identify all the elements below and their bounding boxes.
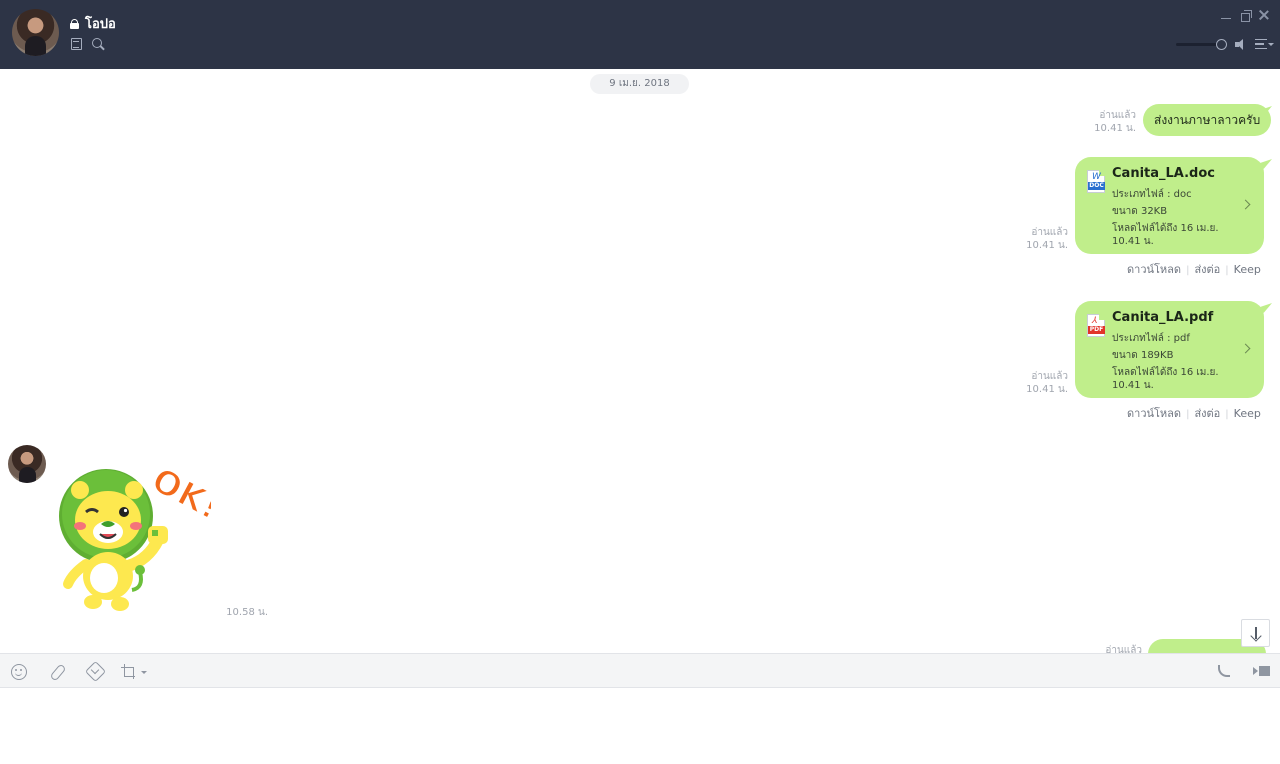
separator: | xyxy=(1225,265,1229,276)
screenshot-options-caret-icon[interactable] xyxy=(141,671,147,674)
close-icon[interactable] xyxy=(1258,9,1270,21)
file-name: Canita_LA.doc xyxy=(1112,166,1215,181)
scroll-to-bottom-button[interactable] xyxy=(1241,619,1270,647)
keep-link[interactable]: Keep xyxy=(1234,263,1261,276)
sticker-ok-text: OK! xyxy=(145,460,211,529)
keep-icon[interactable] xyxy=(87,663,103,680)
chat-messages[interactable]: 9 เม.ย. 2018 อ่านแล้ว 10.41 น. ส่งงานภาษ… xyxy=(0,69,1280,653)
message-meta: อ่านแล้ว 10.41 น. xyxy=(1008,370,1068,396)
call-icon[interactable] xyxy=(1217,664,1232,679)
message-text: ส่งงานภาษาลาวครับ xyxy=(1154,113,1261,127)
menu-icon[interactable] xyxy=(1255,39,1267,49)
message-input-area xyxy=(0,688,1280,760)
file-actions: ดาวน์โหลด | ส่งต่อ | Keep xyxy=(1127,404,1261,422)
message-time: 10.41 น. xyxy=(1026,384,1068,395)
chevron-right-icon xyxy=(1240,343,1251,354)
read-status: อ่านแล้ว xyxy=(1099,110,1136,121)
video-call-icon[interactable] xyxy=(1253,665,1271,678)
chat-name[interactable]: โอปอ xyxy=(85,13,116,34)
file-name: Canita_LA.pdf xyxy=(1112,310,1214,325)
message-toolbar xyxy=(0,653,1280,688)
message-time: 10.58 น. xyxy=(226,607,268,618)
download-link[interactable]: ดาวน์โหลด xyxy=(1127,407,1181,420)
restore-icon[interactable] xyxy=(1241,10,1252,22)
screenshot-icon[interactable] xyxy=(121,664,137,680)
file-type: ประเภทไฟล์ : doc xyxy=(1112,189,1192,200)
lock-icon xyxy=(70,18,79,29)
notes-icon[interactable] xyxy=(71,38,82,50)
file-expiry: โหลดไฟล์ได้ถึง 16 เม.ย. xyxy=(1112,223,1219,234)
volume-slider-thumb[interactable] xyxy=(1216,39,1227,50)
separator: | xyxy=(1186,265,1190,276)
chevron-right-icon xyxy=(1240,199,1251,210)
lion-ok-sticker[interactable]: OK! xyxy=(56,454,211,614)
message-meta: อ่านแล้ว 10.41 น. xyxy=(1008,226,1068,252)
separator: | xyxy=(1186,409,1190,420)
file-size: ขนาด 32KB xyxy=(1112,206,1168,217)
title-bar: โอปอ xyxy=(0,0,1280,69)
read-status: อ่านแล้ว xyxy=(1031,371,1068,382)
menu-caret-icon[interactable] xyxy=(1268,43,1274,46)
file-actions: ดาวน์โหลด | ส่งต่อ | Keep xyxy=(1127,260,1261,278)
message-input[interactable] xyxy=(0,688,1280,760)
forward-link[interactable]: ส่งต่อ xyxy=(1194,263,1220,276)
message-time: 10.41 น. xyxy=(1094,123,1136,134)
message-time: 10.41 น. xyxy=(1026,240,1068,251)
read-status: อ่านแล้ว xyxy=(1105,645,1142,653)
download-link[interactable]: ดาวน์โหลด xyxy=(1127,263,1181,276)
search-icon[interactable] xyxy=(92,38,104,50)
doc-file-icon: W DOC xyxy=(1087,170,1105,193)
file-size: ขนาด 189KB xyxy=(1112,350,1174,361)
pdf-file-icon: ⅄ PDF xyxy=(1087,314,1105,337)
file-message-pdf[interactable]: ⅄ PDF Canita_LA.pdf ประเภทไฟล์ : pdf ขนา… xyxy=(1075,301,1264,398)
forward-link[interactable]: ส่งต่อ xyxy=(1194,407,1220,420)
sender-avatar[interactable] xyxy=(8,445,46,483)
keep-link[interactable]: Keep xyxy=(1234,407,1261,420)
date-separator: 9 เม.ย. 2018 xyxy=(590,74,689,94)
contact-avatar[interactable] xyxy=(12,9,59,56)
separator: | xyxy=(1225,409,1229,420)
attach-icon[interactable] xyxy=(49,664,65,680)
speaker-icon[interactable] xyxy=(1235,39,1248,50)
file-type: ประเภทไฟล์ : pdf xyxy=(1112,333,1190,344)
file-expiry-time: 10.41 น. xyxy=(1112,380,1154,391)
chat-header: โอปอ xyxy=(70,13,116,34)
message-bubble-text[interactable]: ส่งงานภาษาลาวครับ xyxy=(1143,104,1272,136)
read-status: อ่านแล้ว xyxy=(1031,227,1068,238)
minimize-icon[interactable] xyxy=(1221,14,1231,19)
message-meta: อ่านแล้ว 10.41 น. xyxy=(1076,109,1136,135)
file-message-doc[interactable]: W DOC Canita_LA.doc ประเภทไฟล์ : doc ขนา… xyxy=(1075,157,1264,254)
file-expiry-time: 10.41 น. xyxy=(1112,236,1154,247)
emoji-icon[interactable] xyxy=(11,664,27,680)
file-expiry: โหลดไฟล์ได้ถึง 16 เม.ย. xyxy=(1112,367,1219,378)
